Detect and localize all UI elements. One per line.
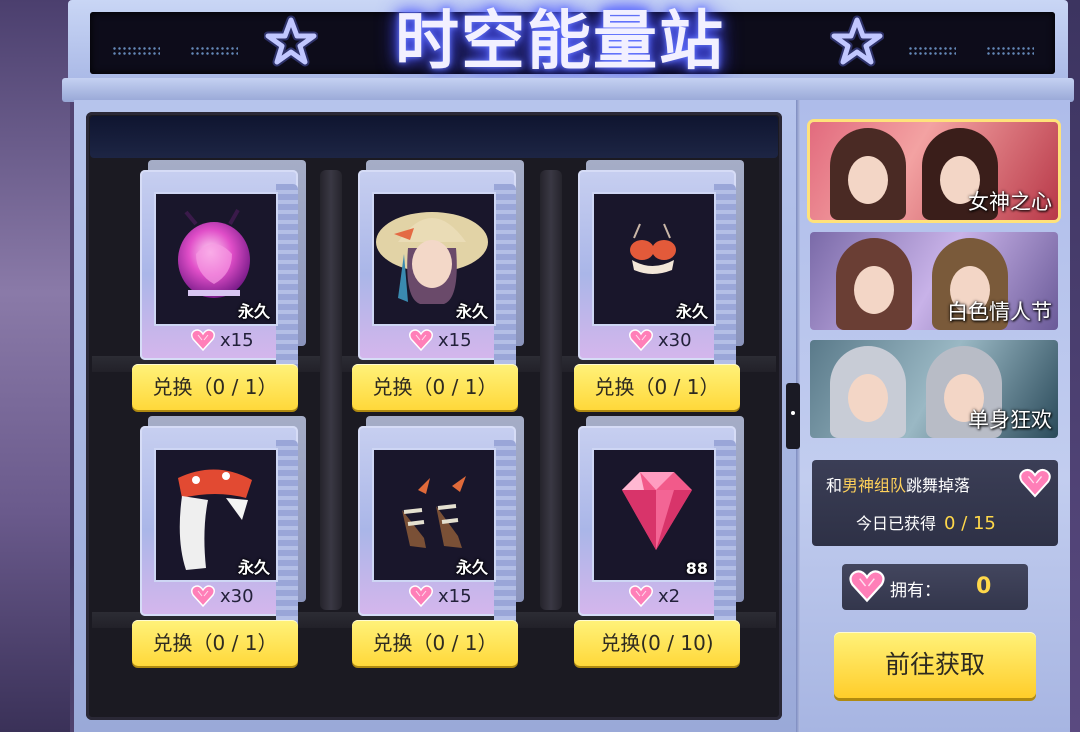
drop-info-box: 和男神组队跳舞掉落 今日已获得 0 / 15 (812, 460, 1058, 546)
item-card[interactable]: 永久 x30 (572, 158, 748, 372)
character-face (848, 374, 888, 422)
cost-amount: x15 (438, 329, 472, 351)
item-card[interactable]: 永久 x15 (134, 158, 310, 372)
background-left (0, 0, 70, 732)
shelf-rail (540, 170, 562, 610)
character-portrait (830, 346, 906, 438)
item-cost: x30 (190, 584, 254, 608)
daily-progress-count: 0 / 15 (944, 513, 996, 534)
heart-gem-icon (408, 585, 434, 608)
drop-prefix: 和 (826, 476, 843, 495)
heart-gem-icon (849, 570, 885, 603)
item-duration: 永久 (455, 302, 488, 321)
item-window: 永久 (154, 192, 278, 326)
led-dots (908, 46, 956, 56)
led-dots (112, 46, 160, 56)
banner-label: 白色情人节 (947, 300, 1052, 324)
item-cost: x15 (190, 328, 254, 352)
heart-gem-icon (1019, 468, 1051, 498)
go-obtain-button[interactable]: 前往获取 (834, 632, 1036, 698)
banner-singles-carnival[interactable]: 单身狂欢 (810, 340, 1058, 438)
drop-source-text: 和男神组队跳舞掉落 (826, 472, 970, 496)
item-card[interactable]: 永久 x30 (134, 414, 310, 628)
heart-gem-icon (190, 329, 216, 352)
sign-base (62, 78, 1074, 102)
heart-gem-icon (190, 585, 216, 608)
led-dots (190, 46, 238, 56)
item-duration: 永久 (237, 558, 270, 577)
banner-goddess-heart[interactable]: 女神之心 (810, 122, 1058, 220)
daily-progress: 今日已获得 0 / 15 (856, 510, 996, 534)
box-side (714, 184, 736, 372)
exchange-button[interactable]: 兑换（0 / 1） (574, 364, 740, 410)
character-face (848, 156, 888, 204)
star-icon (264, 15, 318, 67)
owned-label: 拥有： (890, 581, 941, 601)
box-side (276, 184, 298, 372)
exchange-button[interactable]: 兑换（0 / 1） (352, 620, 518, 666)
exchange-button[interactable]: 兑换（0 / 1） (132, 364, 298, 410)
item-card[interactable]: 永久 x15 (352, 414, 528, 628)
shelf-top-panel (90, 116, 778, 158)
cost-amount: x15 (438, 585, 472, 607)
item-cost: x15 (408, 584, 472, 608)
box-side (276, 440, 298, 628)
shelf-rail (320, 170, 342, 610)
item-card[interactable]: 永久 x15 (352, 158, 528, 372)
star-icon (830, 15, 884, 67)
item-quantity: 88 (685, 559, 708, 578)
item-window: 永久 (592, 192, 716, 326)
owned-value: 0 (976, 574, 992, 599)
banner-label: 女神之心 (968, 190, 1052, 214)
item-cost: x15 (408, 328, 472, 352)
cost-amount: x30 (658, 329, 692, 351)
heart-gem-icon (408, 329, 434, 352)
side-handle[interactable] (786, 383, 800, 449)
item-duration: 永久 (237, 302, 270, 321)
item-cost: x30 (628, 328, 692, 352)
box-side (494, 440, 516, 628)
banner-white-valentine[interactable]: 白色情人节 (810, 232, 1058, 330)
banner-label: 单身狂欢 (968, 408, 1052, 432)
led-dots (986, 46, 1034, 56)
page-title: 时空能量站 (395, 5, 725, 79)
item-window: 永久 (154, 448, 278, 582)
item-window: 88 (592, 448, 716, 582)
box-side (714, 440, 736, 628)
exchange-button[interactable]: 兑换（0 / 1） (132, 620, 298, 666)
heart-gem-icon (628, 329, 654, 352)
drop-highlight: 男神组队 (842, 476, 907, 495)
item-duration: 永久 (455, 558, 488, 577)
box-side (494, 184, 516, 372)
item-card[interactable]: 88 x2 (572, 414, 748, 628)
item-window: 永久 (372, 448, 496, 582)
cost-amount: x2 (658, 585, 681, 607)
cost-amount: x30 (220, 585, 254, 607)
exchange-button[interactable]: 兑换(0 / 10) (574, 620, 740, 666)
character-portrait (830, 128, 906, 220)
owned-box: 拥有： 0 (842, 564, 1028, 610)
exchange-button[interactable]: 兑换（0 / 1） (352, 364, 518, 410)
drop-suffix: 跳舞掉落 (906, 476, 971, 495)
item-cost: x2 (628, 584, 680, 608)
character-face (854, 266, 894, 314)
cost-amount: x15 (220, 329, 254, 351)
item-window: 永久 (372, 192, 496, 326)
daily-progress-label: 今日已获得 (856, 514, 937, 533)
item-duration: 永久 (675, 302, 708, 321)
character-portrait (836, 238, 912, 330)
heart-gem-icon (628, 585, 654, 608)
